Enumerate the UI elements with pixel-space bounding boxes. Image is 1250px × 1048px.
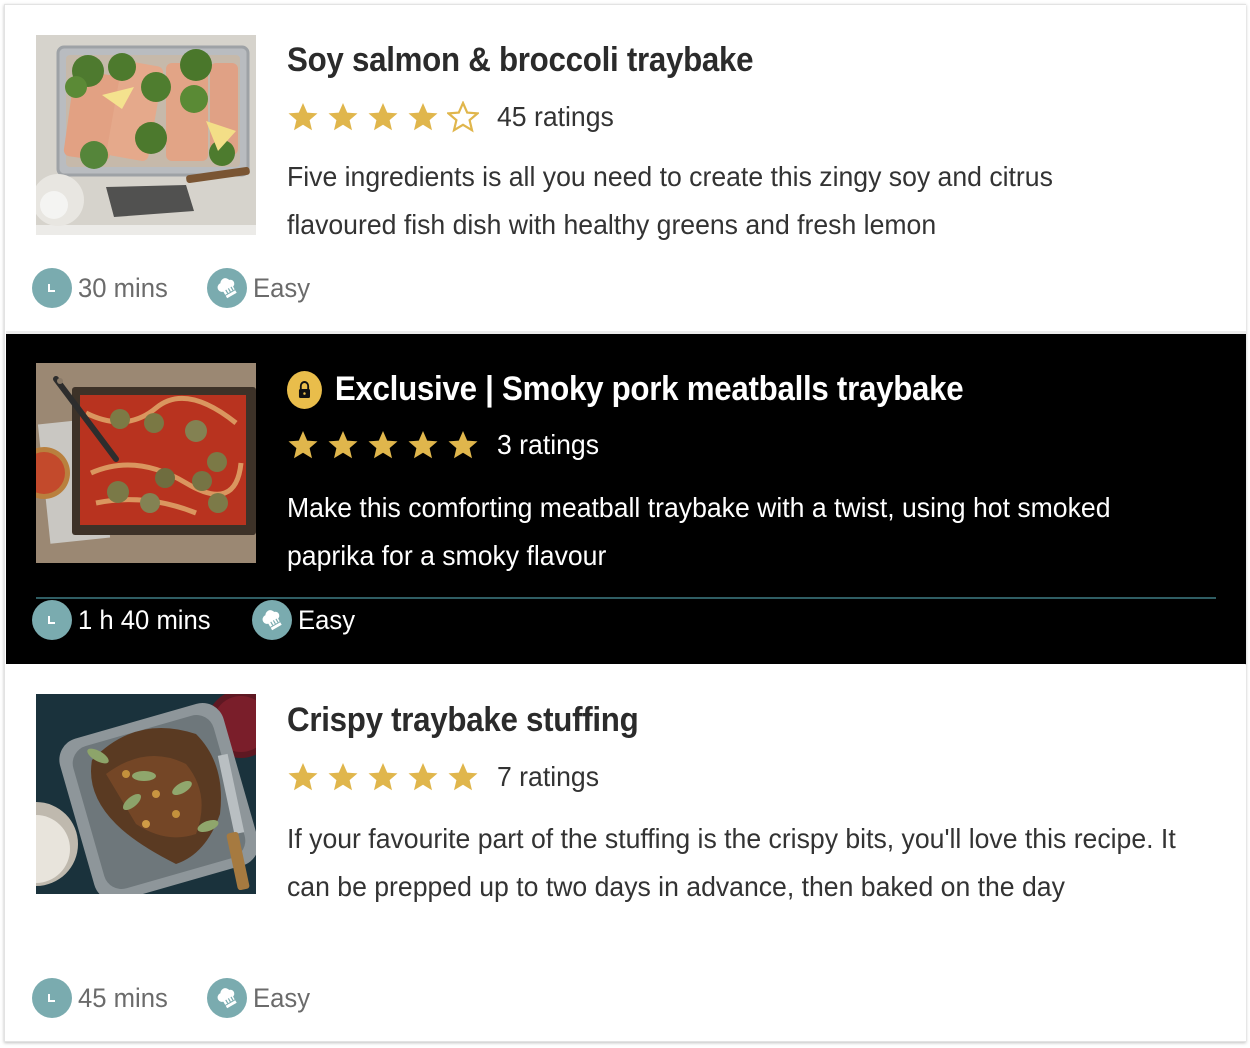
difficulty-text: Easy — [252, 272, 310, 303]
recipe-card[interactable]: Soy salmon & broccoli traybake 45 rating… — [6, 5, 1246, 331]
recipe-title-text[interactable]: Exclusive | Smoky pork meatballs traybak… — [335, 370, 964, 409]
recipe-image[interactable] — [36, 694, 256, 894]
card-separator — [36, 597, 1216, 599]
star-filled-icon — [368, 431, 398, 459]
recipe-image[interactable] — [36, 363, 256, 563]
difficulty: Easy — [206, 268, 313, 308]
rating-count[interactable]: 7 ratings — [497, 761, 599, 793]
difficulty-text: Easy — [297, 604, 355, 635]
star-filled-icon — [288, 103, 318, 131]
cook-time-text: 30 mins — [78, 272, 168, 303]
recipe-image[interactable] — [36, 35, 256, 235]
star-filled-icon — [448, 763, 478, 791]
cook-time: 30 mins — [32, 268, 173, 308]
recipe-list: Soy salmon & broccoli traybake 45 rating… — [4, 4, 1246, 1042]
star-filled-icon — [288, 763, 318, 791]
star-filled-icon — [328, 763, 358, 791]
difficulty-text: Easy — [252, 982, 310, 1013]
lock-icon — [287, 370, 322, 409]
star-filled-icon — [448, 431, 478, 459]
star-filled-icon — [408, 431, 438, 459]
star-rating: 7 ratings — [287, 761, 604, 793]
recipe-title[interactable]: Exclusive | Smoky pork meatballs traybak… — [287, 370, 964, 409]
clock-icon — [32, 600, 72, 640]
recipe-card[interactable]: Crispy traybake stuffing 7 ratings If yo… — [6, 665, 1246, 1041]
cook-time-text: 1 h 40 mins — [78, 604, 211, 635]
star-filled-icon — [368, 103, 398, 131]
recipe-meta: 45 mins Easy — [32, 978, 347, 1018]
difficulty: Easy — [251, 600, 358, 640]
star-filled-icon — [288, 431, 318, 459]
star-outline-icon — [447, 101, 479, 133]
recipe-meta: 1 h 40 mins Easy — [32, 600, 392, 640]
recipe-description: Make this comforting meatball traybake w… — [287, 492, 1111, 571]
star-filled-icon — [328, 103, 358, 131]
chef-hat-icon — [206, 978, 247, 1018]
star-filled-icon — [408, 103, 438, 131]
star-rating: 45 ratings — [287, 101, 620, 133]
difficulty: Easy — [206, 978, 313, 1018]
clock-icon — [32, 978, 72, 1018]
star-rating: 3 ratings — [287, 429, 604, 461]
recipe-title[interactable]: Soy salmon & broccoli traybake — [287, 41, 754, 80]
stars — [287, 429, 487, 461]
recipe-title[interactable]: Crispy traybake stuffing — [287, 701, 639, 740]
star-filled-icon — [368, 763, 398, 791]
chef-hat-icon — [251, 600, 292, 640]
recipe-description: Five ingredients is all you need to crea… — [287, 161, 1053, 240]
clock-icon — [32, 268, 72, 308]
rating-count[interactable]: 45 ratings — [497, 101, 614, 133]
stars — [287, 101, 487, 133]
recipe-description: If your favourite part of the stuffing i… — [287, 823, 1176, 902]
stars — [287, 761, 487, 793]
cook-time: 45 mins — [32, 978, 173, 1018]
star-filled-icon — [408, 763, 438, 791]
cook-time: 1 h 40 mins — [32, 600, 218, 640]
star-filled-icon — [328, 431, 358, 459]
chef-hat-icon — [206, 268, 247, 308]
cook-time-text: 45 mins — [78, 982, 168, 1013]
recipe-meta: 30 mins Easy — [32, 268, 347, 308]
recipe-card-exclusive[interactable]: Exclusive | Smoky pork meatballs traybak… — [6, 334, 1246, 664]
rating-count[interactable]: 3 ratings — [497, 429, 599, 461]
